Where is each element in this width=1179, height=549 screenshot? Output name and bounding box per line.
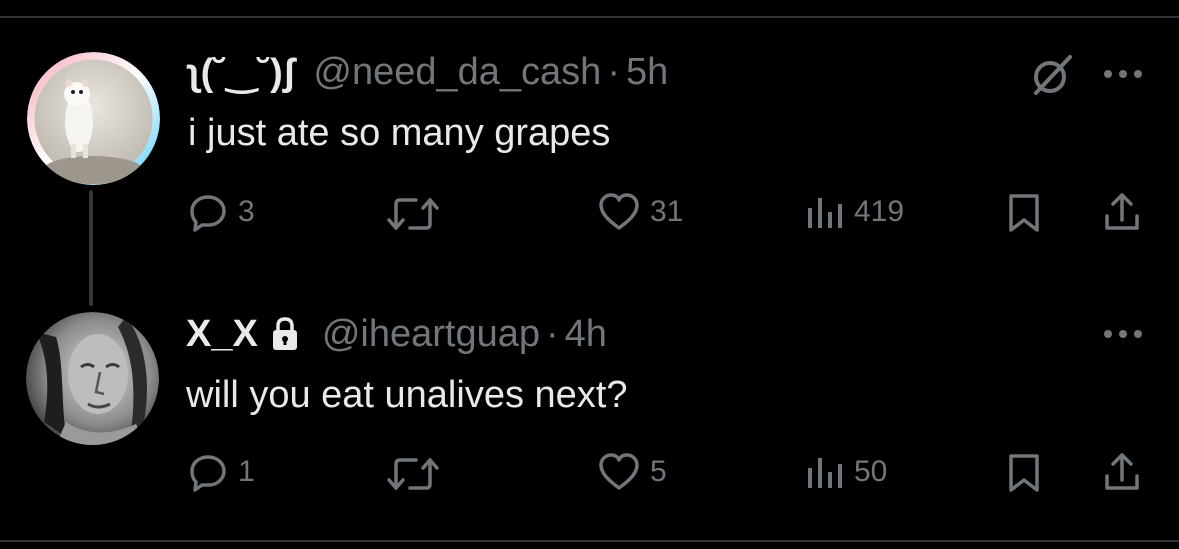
bookmark-button[interactable] <box>1006 452 1042 494</box>
tweet-text: will you eat unalives next? <box>186 374 628 416</box>
display-name[interactable]: ʅ(˘‿˘)ʃ <box>188 50 295 95</box>
grok-icon[interactable] <box>1030 53 1074 102</box>
views-chart-icon <box>808 198 842 228</box>
protected-lock-icon <box>270 316 300 352</box>
more-options-icon[interactable] <box>1104 70 1142 78</box>
top-divider <box>0 16 1179 18</box>
views-button[interactable]: 419 <box>804 192 904 232</box>
repost-button[interactable] <box>386 194 440 234</box>
share-button[interactable] <box>1102 190 1142 234</box>
reply-count: 3 <box>238 195 255 228</box>
user-handle[interactable]: @need_da_cash <box>313 51 601 94</box>
bookmark-icon <box>1009 194 1039 232</box>
hamster-avatar-image <box>27 52 160 185</box>
reply-button[interactable]: 3 <box>188 192 255 232</box>
reply-button[interactable]: 1 <box>188 452 255 492</box>
like-count: 5 <box>650 455 667 488</box>
share-icon <box>1105 453 1139 490</box>
view-count: 419 <box>854 195 905 228</box>
tweet-header: ʅ(˘‿˘)ʃ @need_da_cash · 5h <box>188 48 668 96</box>
view-count: 50 <box>854 455 888 488</box>
separator-dot: · <box>607 50 620 93</box>
avatar[interactable] <box>27 52 160 185</box>
tweet-header: X_X @iheartguap · 4h <box>186 310 607 358</box>
avatar[interactable] <box>26 312 159 445</box>
bookmark-button[interactable] <box>1006 192 1042 234</box>
share-icon <box>1105 193 1139 230</box>
reply-icon <box>190 455 226 492</box>
share-button[interactable] <box>1102 450 1142 494</box>
bottom-divider <box>0 540 1179 542</box>
thread-connector-line <box>89 190 93 306</box>
more-options-icon[interactable] <box>1104 330 1142 338</box>
views-button[interactable]: 50 <box>804 452 887 492</box>
timestamp[interactable]: 4h <box>565 313 607 356</box>
heart-icon <box>599 193 639 230</box>
bookmark-icon <box>1009 454 1039 492</box>
user-handle[interactable]: @iheartguap <box>322 313 540 356</box>
like-count: 31 <box>650 195 684 228</box>
separator-dot: · <box>546 312 559 355</box>
display-name[interactable]: X_X <box>186 313 258 356</box>
repost-icon <box>387 458 439 490</box>
tweet-text: i just ate so many grapes <box>188 112 611 154</box>
heart-icon <box>599 453 639 490</box>
views-chart-icon <box>808 458 842 488</box>
like-button[interactable]: 5 <box>598 452 667 492</box>
statue-avatar-image <box>26 312 159 445</box>
reply-count: 1 <box>238 455 255 488</box>
reply-icon <box>190 195 226 232</box>
timestamp[interactable]: 5h <box>626 51 668 94</box>
like-button[interactable]: 31 <box>598 192 683 232</box>
repost-icon <box>387 198 439 230</box>
repost-button[interactable] <box>386 454 440 494</box>
